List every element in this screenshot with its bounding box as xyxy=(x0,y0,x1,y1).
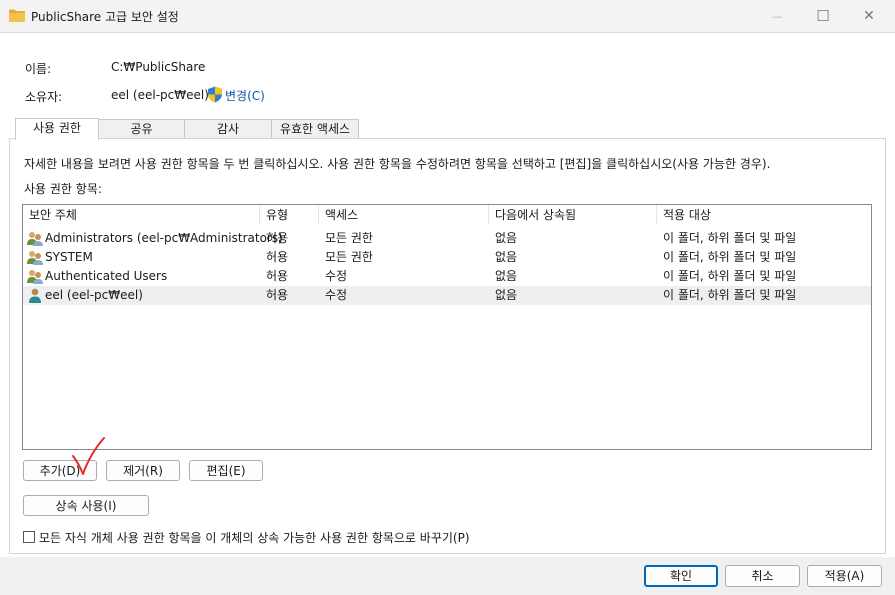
table-row[interactable]: SYSTEM 허용 모든 권한 없음 이 폴더, 하위 폴더 및 파일 xyxy=(23,248,871,267)
replace-child-permissions-label[interactable]: 모든 자식 개체 사용 권한 항목을 이 개체의 상속 가능한 사용 권한 항목… xyxy=(39,529,470,546)
column-label: 보안 주체 xyxy=(29,208,77,222)
principal-cell: Authenticated Users xyxy=(45,269,168,283)
button-label: 확인 xyxy=(669,569,693,583)
uac-shield-icon xyxy=(208,86,222,103)
button-label: 편집(E) xyxy=(206,464,246,478)
list-header: 보안 주체 유형 액세스 다음에서 상속됨 적용 대상 xyxy=(23,205,871,225)
close-button[interactable]: ✕ xyxy=(846,0,892,32)
close-icon: ✕ xyxy=(863,8,875,24)
users-icon xyxy=(27,251,43,265)
principal-cell: SYSTEM xyxy=(45,250,93,264)
change-owner-link[interactable]: 변경(C) xyxy=(225,87,265,104)
inherited-cell: 없음 xyxy=(495,269,518,283)
minimize-icon: — xyxy=(771,9,783,23)
column-type[interactable]: 유형 xyxy=(260,205,319,225)
tab-label: 공유 xyxy=(130,122,153,136)
checkmark-annotation-icon xyxy=(72,437,105,475)
tab-label: 유효한 액세스 xyxy=(279,122,351,136)
edit-button[interactable]: 편집(E) xyxy=(189,460,263,481)
tab-label: 감사 xyxy=(216,122,240,136)
enable-inheritance-button[interactable]: 상속 사용(I) xyxy=(23,495,149,516)
inherited-cell: 없음 xyxy=(495,231,518,245)
permissions-list-label: 사용 권한 항목: xyxy=(24,182,102,196)
applies-cell: 이 폴더, 하위 폴더 및 파일 xyxy=(663,250,797,264)
tab-auditing[interactable]: 감사 xyxy=(184,119,272,139)
button-label: 제거(R) xyxy=(123,464,163,478)
users-icon xyxy=(27,270,43,284)
apply-button[interactable]: 적용(A) xyxy=(807,565,882,587)
users-icon xyxy=(27,232,43,246)
column-principal[interactable]: 보안 주체 xyxy=(23,205,260,225)
replace-child-permissions-checkbox[interactable] xyxy=(23,531,35,543)
column-access[interactable]: 액세스 xyxy=(319,205,489,225)
tab-effective-access[interactable]: 유효한 액세스 xyxy=(271,119,359,139)
applies-cell: 이 폴더, 하위 폴더 및 파일 xyxy=(663,269,797,283)
permissions-list[interactable]: 보안 주체 유형 액세스 다음에서 상속됨 적용 대상 Administrato… xyxy=(22,204,872,450)
button-label: 적용(A) xyxy=(824,569,865,583)
title-bar: PublicShare 고급 보안 설정 — ☐ ✕ xyxy=(0,0,895,32)
owner-value: eel (eel-pc₩eel) xyxy=(111,88,209,102)
column-label: 액세스 xyxy=(325,208,359,222)
type-cell: 허용 xyxy=(266,231,289,245)
principal-cell: eel (eel-pc₩eel) xyxy=(45,288,143,302)
tab-label: 사용 권한 xyxy=(33,121,81,135)
type-cell: 허용 xyxy=(266,269,289,283)
folder-icon xyxy=(9,9,25,22)
user-icon xyxy=(29,288,41,303)
access-cell: 수정 xyxy=(325,288,348,302)
principal-cell: Administrators (eel-pc₩Administrators) xyxy=(45,231,283,245)
column-label: 유형 xyxy=(266,208,289,222)
tab-sharing[interactable]: 공유 xyxy=(98,119,185,139)
maximize-button[interactable]: ☐ xyxy=(800,0,846,32)
permissions-description: 자세한 내용을 보려면 사용 권한 항목을 두 번 클릭하십시오. 사용 권한 … xyxy=(24,157,771,171)
table-row[interactable]: Administrators (eel-pc₩Administrators) 허… xyxy=(23,229,871,248)
access-cell: 모든 권한 xyxy=(325,250,373,264)
window-title: PublicShare 고급 보안 설정 xyxy=(31,10,179,24)
ok-button[interactable]: 확인 xyxy=(644,565,718,587)
access-cell: 수정 xyxy=(325,269,348,283)
column-label: 다음에서 상속됨 xyxy=(495,208,577,222)
type-cell: 허용 xyxy=(266,250,289,264)
cancel-button[interactable]: 취소 xyxy=(725,565,800,587)
inherited-cell: 없음 xyxy=(495,288,518,302)
minimize-button[interactable]: — xyxy=(754,0,800,32)
column-applies-to[interactable]: 적용 대상 xyxy=(657,205,871,225)
tab-permissions[interactable]: 사용 권한 xyxy=(15,118,99,140)
name-value: C:₩PublicShare xyxy=(111,60,206,74)
applies-cell: 이 폴더, 하위 폴더 및 파일 xyxy=(663,231,797,245)
applies-cell: 이 폴더, 하위 폴더 및 파일 xyxy=(663,288,797,302)
button-label: 상속 사용(I) xyxy=(55,499,117,513)
name-label: 이름: xyxy=(25,62,52,76)
owner-label: 소유자: xyxy=(25,90,63,104)
column-inherited-from[interactable]: 다음에서 상속됨 xyxy=(489,205,657,225)
inherited-cell: 없음 xyxy=(495,250,518,264)
remove-button[interactable]: 제거(R) xyxy=(106,460,180,481)
table-row[interactable]: Authenticated Users 허용 수정 없음 이 폴더, 하위 폴더… xyxy=(23,267,871,286)
access-cell: 모든 권한 xyxy=(325,231,373,245)
table-row[interactable]: eel (eel-pc₩eel) 허용 수정 없음 이 폴더, 하위 폴더 및 … xyxy=(23,286,871,305)
column-label: 적용 대상 xyxy=(663,208,711,222)
type-cell: 허용 xyxy=(266,288,289,302)
maximize-icon: ☐ xyxy=(816,7,830,25)
button-label: 취소 xyxy=(751,569,774,583)
